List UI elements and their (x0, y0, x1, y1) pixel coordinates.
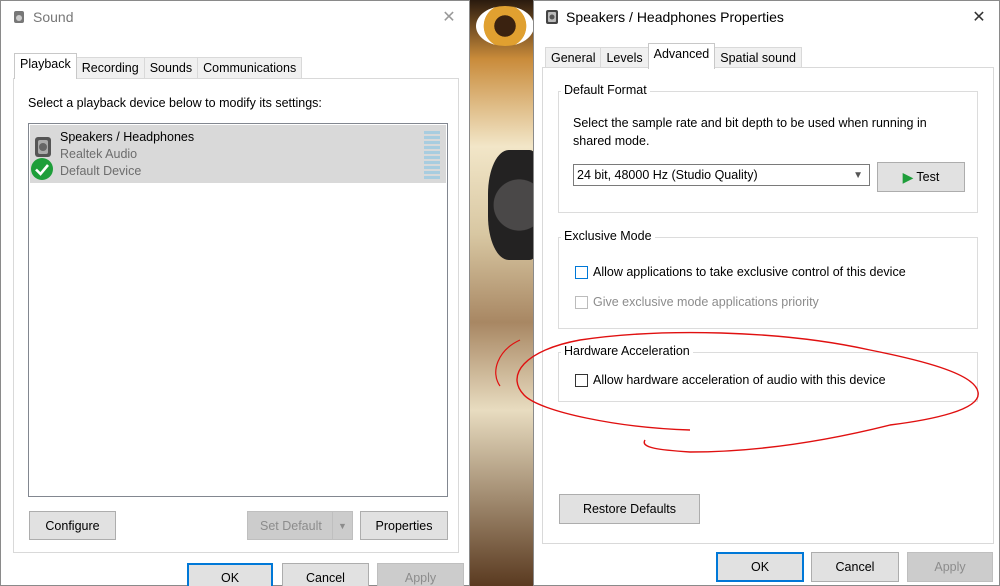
playback-panel: Select a playback device below to modify… (13, 78, 459, 553)
tab-levels[interactable]: Levels (600, 47, 649, 69)
advanced-panel: Default Format Select the sample rate an… (542, 67, 994, 544)
tab-recording[interactable]: Recording (75, 57, 145, 79)
device-driver: Realtek Audio (60, 147, 138, 161)
exclusive-mode-title: Exclusive Mode (561, 229, 655, 243)
speaker-icon (11, 9, 27, 25)
exclusive-mode-group: Exclusive Mode Allow applications to tak… (558, 229, 978, 329)
sound-tabs: Playback Recording Sounds Communications (14, 53, 303, 79)
set-default-button[interactable]: Set Default ▼ (247, 511, 353, 540)
sound-titlebar: Sound ✕ (1, 1, 469, 33)
properties-window: Speakers / Headphones Properties ✕ Gener… (533, 0, 1000, 586)
hardware-acceleration-group: Hardware Acceleration Allow hardware acc… (558, 344, 978, 402)
tab-general[interactable]: General (545, 47, 602, 69)
tab-spatial-sound[interactable]: Spatial sound (714, 47, 802, 69)
sound-window-title: Sound (33, 9, 74, 25)
format-select[interactable]: 24 bit, 48000 Hz (Studio Quality) ▼ (573, 164, 870, 186)
device-status: Default Device (60, 164, 142, 178)
properties-tabs: General Levels Advanced Spatial sound (545, 43, 802, 69)
exclusive-priority-checkbox[interactable] (575, 296, 588, 309)
sound-ok-button[interactable]: OK (187, 563, 273, 586)
properties-cancel-button[interactable]: Cancel (811, 552, 899, 582)
sound-cancel-button[interactable]: Cancel (282, 563, 369, 586)
volume-level-meter (424, 131, 440, 179)
configure-button[interactable]: Configure (29, 511, 116, 540)
hardware-acceleration-title: Hardware Acceleration (561, 344, 693, 358)
chevron-down-icon[interactable]: ▼ (332, 512, 352, 539)
tab-advanced[interactable]: Advanced (647, 43, 716, 69)
default-check-icon (30, 157, 54, 184)
exclusive-priority-label: Give exclusive mode applications priorit… (593, 295, 819, 309)
chevron-down-icon: ▼ (853, 170, 863, 181)
properties-ok-button[interactable]: OK (716, 552, 804, 582)
exclusive-control-checkbox[interactable] (575, 266, 588, 279)
tab-communications[interactable]: Communications (197, 57, 303, 79)
restore-defaults-button[interactable]: Restore Defaults (559, 494, 700, 524)
properties-window-title: Speakers / Headphones Properties (566, 9, 784, 25)
tab-sounds[interactable]: Sounds (143, 57, 199, 79)
sound-window: Sound ✕ Playback Recording Sounds Commun… (0, 0, 470, 586)
close-icon[interactable]: ✕ (439, 7, 459, 27)
speaker-icon (544, 9, 560, 25)
sound-apply-button[interactable]: Apply (377, 563, 464, 586)
hardware-acceleration-label: Allow hardware acceleration of audio wit… (593, 373, 886, 387)
default-format-description: Select the sample rate and bit depth to … (573, 116, 927, 148)
wallpaper-eye (476, 6, 534, 46)
test-label: Test (916, 170, 940, 184)
default-format-group: Default Format Select the sample rate an… (558, 83, 978, 213)
format-select-value: 24 bit, 48000 Hz (Studio Quality) (577, 168, 758, 182)
play-icon: ▶ (902, 168, 914, 185)
device-name: Speakers / Headphones (60, 130, 195, 144)
default-format-title: Default Format (561, 83, 650, 97)
test-button[interactable]: ▶ Test (877, 162, 965, 192)
set-default-label: Set Default (260, 518, 322, 533)
device-list[interactable]: Speakers / Headphones Realtek Audio Defa… (28, 123, 448, 497)
hardware-acceleration-checkbox[interactable] (575, 374, 588, 387)
tab-playback[interactable]: Playback (14, 53, 77, 79)
exclusive-control-label: Allow applications to take exclusive con… (593, 265, 906, 279)
device-row-speakers[interactable]: Speakers / Headphones Realtek Audio Defa… (30, 125, 446, 183)
properties-button[interactable]: Properties (360, 511, 448, 540)
properties-titlebar: Speakers / Headphones Properties ✕ (534, 1, 999, 33)
playback-instruction: Select a playback device below to modify… (28, 96, 322, 110)
properties-apply-button[interactable]: Apply (907, 552, 993, 582)
close-icon[interactable]: ✕ (969, 7, 989, 27)
